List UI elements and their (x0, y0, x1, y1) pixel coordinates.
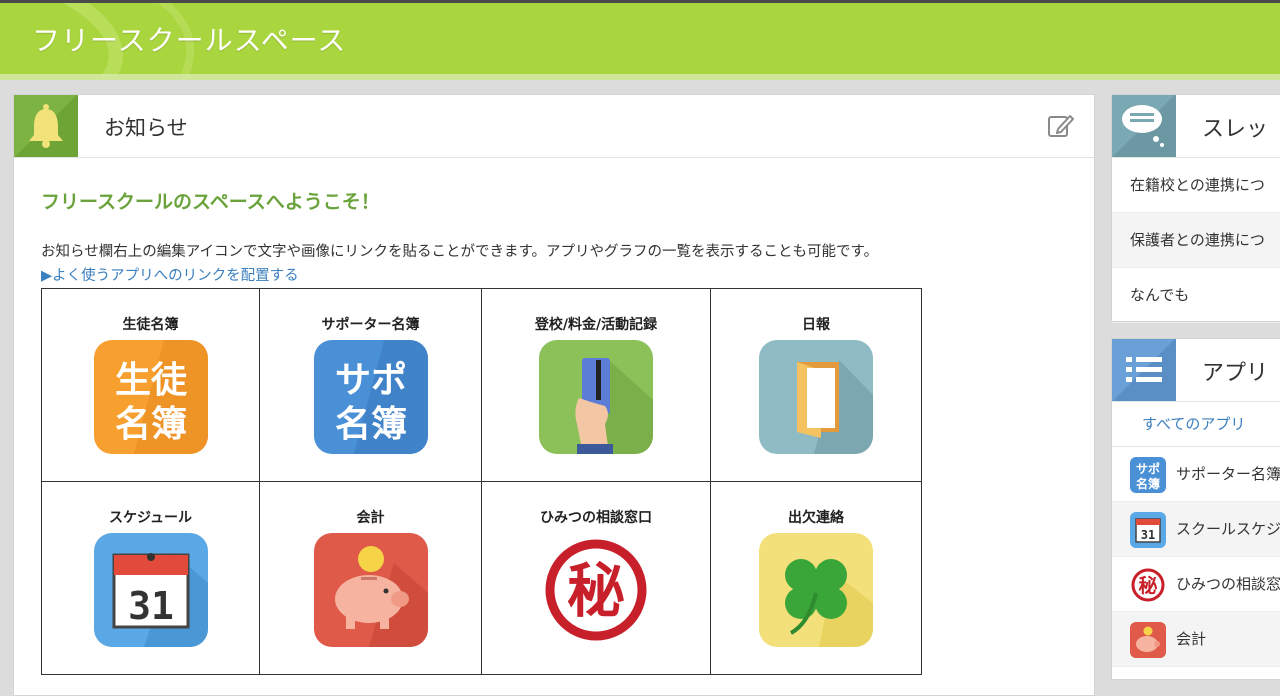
app-list-label: スクールスケジ (1176, 520, 1280, 538)
list-icon (1126, 357, 1162, 382)
icon-glyph: 秘 (567, 557, 625, 625)
secret-seal-icon[interactable]: 秘 (539, 533, 653, 647)
card-hand-icon[interactable] (539, 340, 653, 454)
app-label: サポーター名簿 (321, 317, 420, 333)
speech-bubble-icon (1122, 105, 1164, 147)
notice-title: お知らせ (104, 116, 188, 140)
app-label: 出欠連絡 (788, 510, 844, 526)
apps-icon-box (1112, 339, 1176, 401)
student-roster-icon[interactable]: 生徒 名簿 (93, 340, 208, 454)
icon-glyph: 31 (128, 584, 174, 628)
calendar-icon[interactable]: 31 (93, 533, 208, 647)
door-icon[interactable] (759, 340, 873, 454)
notice-panel: お知らせ フリースクールのスペースへようこそ！ お知らせ欄右上の編集アイコンで文… (13, 94, 1095, 696)
icon-glyph: サポ (334, 359, 406, 401)
app-label: ひみつの相談窓口 (540, 510, 652, 526)
icon-glyph: 名簿 (334, 404, 406, 445)
app-label: 日報 (802, 317, 830, 333)
thread-item[interactable]: なんでも (1112, 268, 1280, 323)
piggy-bank-icon[interactable] (313, 533, 428, 647)
icon-glyph: 31 (1141, 528, 1155, 542)
supporter-roster-icon[interactable]: サポ 名簿 (313, 340, 428, 454)
app-list-item[interactable]: サポ 名簿 サポーター名簿 (1112, 447, 1280, 502)
app-list-item[interactable]: 会計 (1112, 612, 1280, 667)
icon-glyph: 生徒 (114, 360, 187, 401)
app-list-label: ひみつの相談窓 (1176, 575, 1280, 593)
app-cell-attendance-record[interactable]: 登校/料金/活動記録 (481, 288, 711, 482)
bell-icon (29, 104, 63, 148)
app-cell-daily-report[interactable]: 日報 (710, 288, 922, 482)
apps-card: アプリ すべてのアプリ サポ 名簿 サポーター名簿 31 スクールスケジ 秘 ひ… (1111, 338, 1280, 680)
threads-icon-box (1112, 95, 1176, 157)
space-title: フリースクールスペース (32, 24, 347, 57)
app-cell-absence-contact[interactable]: 出欠連絡 (710, 481, 922, 675)
secret-seal-icon: 秘 (1130, 567, 1166, 603)
thread-item[interactable]: 保護者との連携につ (1112, 213, 1280, 268)
threads-header: スレッ (1112, 95, 1280, 158)
app-label: 生徒名簿 (122, 317, 179, 333)
app-list-item[interactable]: 秘 ひみつの相談窓 (1112, 557, 1280, 612)
app-grid: 生徒名簿 生徒 名簿 サポーター名簿 サポ 名簿 登校/料金/活動記録 日報 ス… (41, 288, 922, 675)
header-strip (0, 74, 1280, 80)
app-list-label: サポーター名簿 (1176, 465, 1280, 483)
edit-icon[interactable] (1046, 112, 1074, 140)
app-label: スケジュール (108, 510, 193, 526)
icon-glyph: サポ (1136, 461, 1160, 476)
app-cell-accounting[interactable]: 会計 (259, 481, 482, 675)
space-header: フリースクールスペース (0, 3, 1280, 74)
icon-glyph: 秘 (1138, 574, 1157, 597)
apps-header: アプリ (1112, 339, 1280, 402)
calendar-icon: 31 (1130, 512, 1166, 548)
app-list-item[interactable]: 31 スクールスケジ (1112, 502, 1280, 557)
all-apps-link[interactable]: すべてのアプリ (1112, 402, 1280, 447)
icon-glyph: 名簿 (114, 404, 186, 445)
icon-glyph: 名簿 (1136, 476, 1160, 491)
app-label: 会計 (356, 510, 385, 526)
app-cell-schedule[interactable]: スケジュール 31 (41, 481, 260, 675)
apps-title: アプリ (1202, 361, 1269, 386)
notice-description: お知らせ欄右上の編集アイコンで文字や画像にリンクを貼ることができます。アプリやグ… (41, 244, 879, 260)
notice-header: お知らせ (14, 95, 1094, 158)
app-label: 登校/料金/活動記録 (534, 317, 658, 333)
app-cell-student-roster[interactable]: 生徒名簿 生徒 名簿 (41, 288, 260, 482)
thread-item[interactable]: 在籍校との連携につ (1112, 158, 1280, 213)
piggy-bank-icon (1130, 622, 1166, 658)
bell-icon-box (14, 95, 78, 157)
app-list-label: 会計 (1176, 630, 1207, 648)
clover-icon[interactable] (759, 533, 873, 647)
threads-title: スレッ (1202, 117, 1269, 142)
threads-card: スレッ 在籍校との連携につ 保護者との連携につ なんでも (1111, 94, 1280, 323)
welcome-heading: フリースクールのスペースへようこそ！ (41, 191, 380, 213)
app-cell-secret-consultation[interactable]: ひみつの相談窓口 秘 (481, 481, 711, 675)
supporter-roster-icon: サポ 名簿 (1130, 457, 1166, 493)
app-cell-supporter-roster[interactable]: サポーター名簿 サポ 名簿 (259, 288, 482, 482)
app-link-setup[interactable]: ▶よく使うアプリへのリンクを配置する (41, 264, 299, 285)
